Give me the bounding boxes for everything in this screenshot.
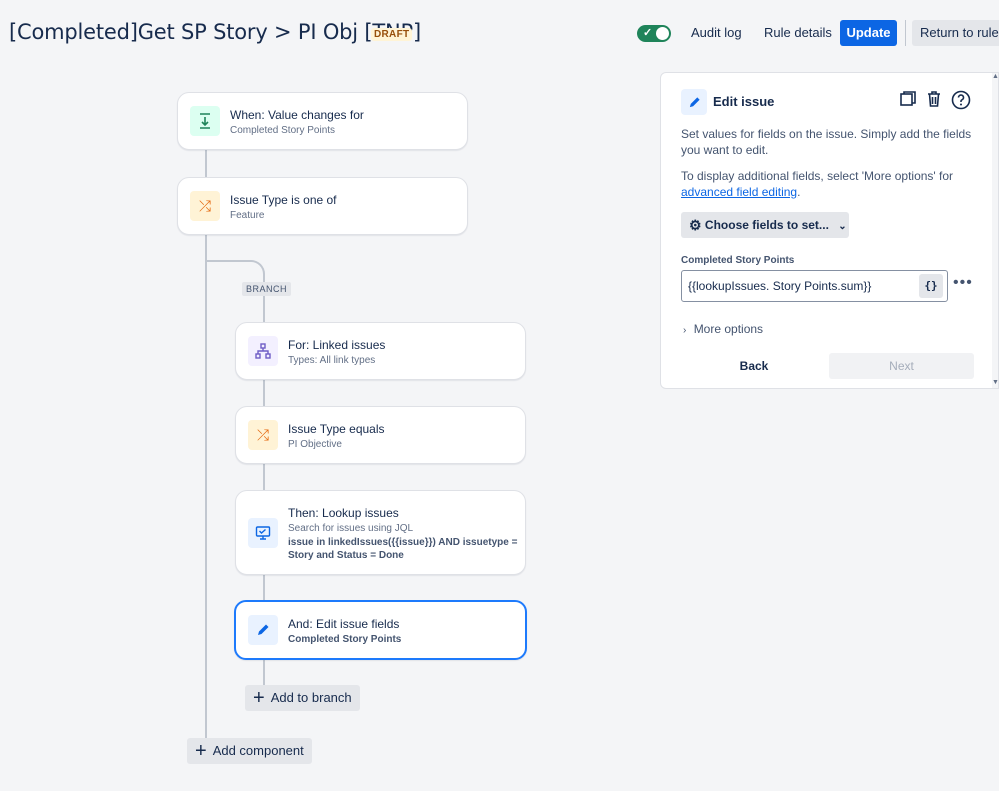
lookup-jql: issue in linkedIssues({{issue}}) AND iss…	[288, 537, 518, 561]
draft-badge: DRAFT	[371, 28, 413, 41]
edit-subtitle: Completed Story Points	[288, 634, 402, 645]
choose-fields-button[interactable]: ⚙ Choose fields to set... ⌄	[681, 212, 849, 238]
field-label: Completed Story Points	[681, 255, 795, 266]
shuffle-icon: ⤮	[190, 191, 220, 221]
completed-story-points-field[interactable]: {{lookupIssues. Story Points.sum}} {}	[681, 270, 948, 302]
plus-icon: +	[253, 687, 265, 709]
edit-title: And: Edit issue fields	[288, 617, 400, 631]
next-button[interactable]: Next	[829, 353, 974, 379]
main-connector	[205, 150, 207, 750]
panel-scrollbar[interactable]: ▲ ▼	[992, 73, 999, 388]
add-to-branch-button[interactable]: + Add to branch	[245, 685, 360, 711]
pencil-icon	[681, 89, 707, 115]
panel-title: Edit issue	[713, 94, 775, 109]
scroll-down-icon[interactable]: ▼	[992, 379, 999, 386]
lookup-card[interactable]: Then: Lookup issues Search for issues us…	[235, 490, 526, 575]
header-divider	[905, 20, 906, 46]
condition-card[interactable]: ⤮ Issue Type is one of Feature	[177, 177, 468, 235]
trash-icon[interactable]	[925, 90, 943, 113]
branch-tag: BRANCH	[242, 282, 292, 296]
add-component-button[interactable]: + Add component	[187, 738, 312, 764]
field-value: {{lookupIssues. Story Points.sum}}	[688, 279, 872, 293]
more-actions-icon[interactable]: •••	[953, 274, 973, 292]
rule-details-button[interactable]: Rule details	[756, 20, 840, 46]
monitor-icon	[248, 518, 278, 548]
edit-issue-panel: Edit issue Set values for fields on the …	[660, 72, 999, 389]
edit-issue-card[interactable]: And: Edit issue fields Completed Story P…	[234, 600, 527, 660]
more-options-label: More options	[693, 322, 764, 336]
choose-fields-label: Choose fields to set...	[704, 218, 829, 232]
additional-info-text: To display additional fields, select 'Mo…	[681, 169, 954, 183]
smart-value-button[interactable]: {}	[919, 274, 943, 298]
trigger-card[interactable]: When: Value changes for Completed Story …	[177, 92, 468, 150]
chevron-down-icon: ⌄	[838, 221, 847, 232]
rule-enabled-toggle[interactable]: ✓	[637, 25, 671, 42]
add-to-branch-label: Add to branch	[270, 690, 352, 705]
value-change-icon	[190, 106, 220, 136]
trigger-title: When: Value changes for	[230, 108, 364, 122]
panel-description: Set values for fields on the issue. Simp…	[681, 127, 972, 157]
update-button[interactable]: Update	[840, 20, 897, 46]
shuffle-icon: ⤮	[248, 420, 278, 450]
check-icon: ✓	[643, 27, 653, 39]
branch-for-subtitle: Types: All link types	[288, 355, 376, 366]
branch-for-card[interactable]: For: Linked issues Types: All link types	[235, 322, 526, 380]
toggle-knob	[656, 27, 669, 40]
plus-icon: +	[195, 740, 207, 762]
branch-condition-card[interactable]: ⤮ Issue Type equals PI Objective	[235, 406, 526, 464]
back-button[interactable]: Back	[681, 353, 827, 379]
more-options-toggle[interactable]: › More options	[683, 322, 763, 336]
branch-condition-title: Issue Type equals	[288, 422, 385, 436]
hierarchy-icon	[248, 336, 278, 366]
trigger-subtitle: Completed Story Points	[230, 125, 336, 136]
page-title: [Completed]Get SP Story > PI Obj [TNP]	[9, 20, 422, 44]
lookup-title: Then: Lookup issues	[288, 506, 399, 520]
help-icon[interactable]	[951, 90, 971, 115]
copy-icon[interactable]	[899, 90, 917, 113]
scroll-up-icon[interactable]: ▲	[992, 73, 999, 80]
additional-info-suffix: .	[797, 185, 801, 199]
panel-additional-info: To display additional fields, select 'Mo…	[681, 168, 981, 200]
advanced-field-editing-link[interactable]: advanced field editing	[681, 185, 797, 199]
audit-log-button[interactable]: Audit log	[683, 20, 750, 46]
branch-condition-subtitle: PI Objective	[288, 439, 342, 450]
gear-icon: ⚙	[689, 217, 702, 233]
condition-subtitle: Feature	[230, 210, 265, 221]
pencil-icon	[248, 615, 278, 645]
lookup-subtitle: Search for issues using JQL	[288, 523, 414, 534]
add-component-label: Add component	[212, 743, 304, 758]
condition-title: Issue Type is one of	[230, 193, 337, 207]
chevron-right-icon: ›	[683, 325, 687, 336]
return-to-rules-button[interactable]: Return to rules	[912, 20, 999, 46]
branch-for-title: For: Linked issues	[288, 338, 386, 352]
